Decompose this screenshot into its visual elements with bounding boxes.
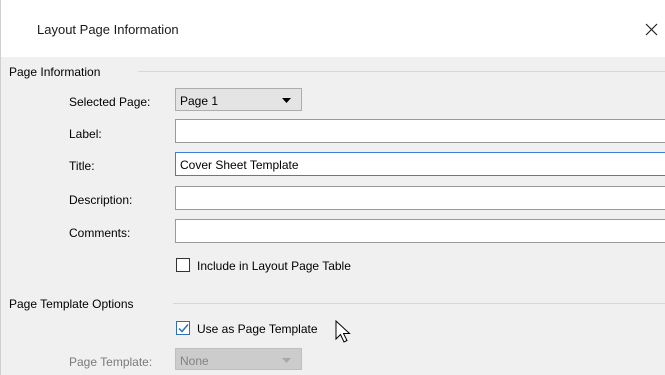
comments-field-label: Comments: — [69, 226, 131, 240]
checkmark-icon — [178, 324, 189, 333]
use-as-template-label[interactable]: Use as Page Template — [197, 322, 318, 336]
include-in-table-checkbox[interactable] — [176, 258, 190, 272]
use-as-template-checkbox[interactable] — [176, 321, 190, 335]
selected-page-value: Page 1 — [180, 94, 219, 108]
layout-page-information-dialog: Layout Page Information Page Information… — [0, 0, 665, 375]
page-information-group-label: Page Information — [9, 65, 101, 79]
title-field-label: Title: — [69, 159, 95, 173]
label-field-label: Label: — [69, 127, 102, 141]
close-button[interactable] — [641, 16, 663, 42]
page-template-dropdown[interactable]: None — [175, 348, 302, 370]
selected-page-label: Selected Page: — [69, 95, 151, 109]
title-bar: Layout Page Information — [1, 0, 665, 57]
title-field[interactable]: Cover Sheet Template — [175, 152, 665, 176]
title-field-value: Cover Sheet Template — [180, 158, 299, 172]
description-field-label: Description: — [69, 193, 133, 207]
page-template-value: None — [180, 354, 209, 368]
include-in-table-label[interactable]: Include in Layout Page Table — [197, 259, 351, 273]
comments-field[interactable] — [175, 219, 665, 243]
mouse-pointer-icon — [335, 320, 351, 343]
selected-page-dropdown[interactable]: Page 1 — [175, 88, 302, 111]
page-template-options-divider — [173, 303, 665, 304]
dropdown-arrow-icon — [282, 358, 291, 363]
label-field[interactable] — [175, 119, 665, 143]
description-field[interactable] — [175, 186, 665, 210]
page-template-label: Page Template: — [69, 355, 153, 369]
dialog-title: Layout Page Information — [37, 22, 179, 37]
dropdown-arrow-icon — [282, 98, 291, 103]
page-template-options-group-label: Page Template Options — [9, 297, 134, 311]
close-icon — [645, 23, 658, 36]
page-information-divider — [138, 71, 665, 72]
